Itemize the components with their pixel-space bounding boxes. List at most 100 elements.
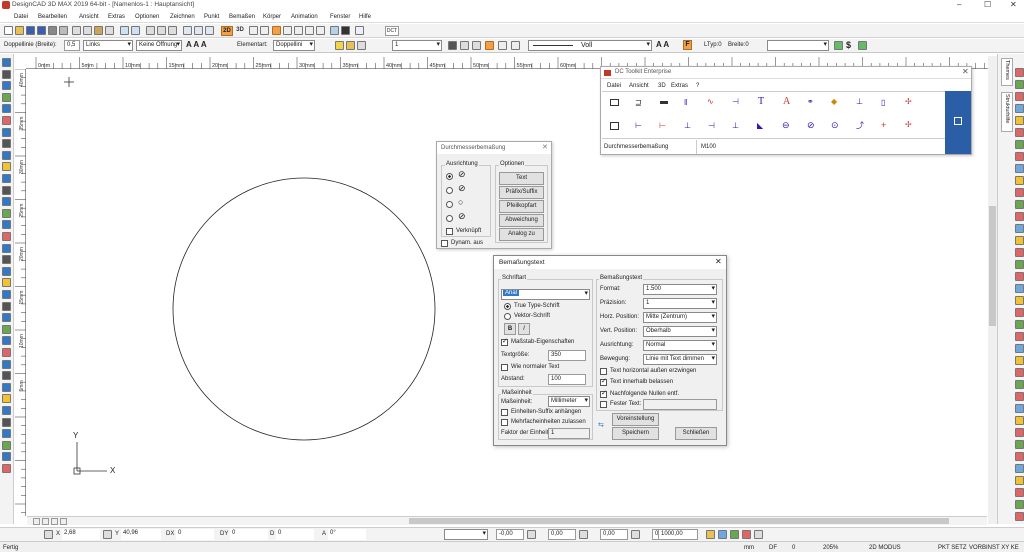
- dia-analog-button[interactable]: Analog zu: [499, 228, 544, 241]
- dct-menu-3d[interactable]: 3D: [658, 83, 666, 89]
- right-tool-29-icon[interactable]: [1015, 404, 1024, 413]
- dct-menu-datei[interactable]: Datei: [607, 83, 621, 89]
- dct-row1-icon-7-icon[interactable]: T: [758, 96, 764, 107]
- dct-row2-icon-10-icon[interactable]: ⊙: [831, 120, 839, 131]
- right-tool-38-icon[interactable]: [1015, 512, 1024, 521]
- dct-row1-icon-1-icon[interactable]: [610, 99, 619, 106]
- bt-bold-button[interactable]: B: [504, 323, 516, 335]
- vertical-scrollbar[interactable]: [988, 56, 997, 524]
- dia-prefix-suffix-button[interactable]: Präfix/Suffix: [499, 186, 544, 199]
- bt-scale-props-checkbox[interactable]: ✓: [501, 338, 508, 346]
- right-tool-3-icon[interactable]: [1015, 92, 1024, 101]
- dollar-icon[interactable]: $: [846, 40, 851, 50]
- coord-mode-select[interactable]: [444, 529, 488, 540]
- bt-text-size-input[interactable]: 350: [548, 350, 586, 361]
- help-icon[interactable]: [355, 26, 364, 35]
- bt-movement-select[interactable]: Linie mit Text dimmen: [643, 354, 717, 365]
- menu-datei[interactable]: Datei: [14, 14, 28, 20]
- dia-align-radio-3[interactable]: [446, 201, 453, 208]
- dct-side-button[interactable]: [945, 91, 971, 154]
- coord-tool-4-icon[interactable]: [742, 530, 751, 539]
- right-tool-12-icon[interactable]: [1015, 200, 1024, 209]
- layer-select[interactable]: 1: [392, 40, 442, 51]
- bt-units-suffix-checkbox[interactable]: [501, 409, 508, 416]
- left-tool-35-icon[interactable]: [2, 452, 11, 462]
- right-tool-7-icon[interactable]: [1015, 140, 1024, 149]
- save-all-icon[interactable]: [37, 26, 46, 35]
- left-tool-1-icon[interactable]: [2, 58, 11, 67]
- lightbulb-icon[interactable]: [335, 41, 344, 50]
- menu-fenster[interactable]: Fenster: [330, 14, 350, 20]
- linestyle-select[interactable]: Voll: [528, 40, 652, 51]
- delete-icon[interactable]: [105, 26, 114, 35]
- dct-row1-icon-4-icon[interactable]: ‖: [684, 98, 687, 107]
- view-top-icon[interactable]: [183, 26, 192, 35]
- mode-3d-button[interactable]: 3D: [234, 26, 246, 36]
- dct-row1-icon-8-icon[interactable]: A: [783, 96, 790, 107]
- toggle-icon[interactable]: [858, 41, 867, 50]
- coord-lock-icon[interactable]: [44, 530, 53, 539]
- left-tool-9-icon[interactable]: [2, 150, 11, 160]
- right-tool-9-icon[interactable]: [1015, 164, 1024, 173]
- dia-verknupft-checkbox[interactable]: [446, 228, 453, 235]
- element-type-select[interactable]: Doppellini: [273, 40, 315, 51]
- horizontal-scrollbar-thumb[interactable]: [409, 518, 949, 524]
- left-tool-11-icon[interactable]: [2, 174, 11, 183]
- dct-row2-icon-5-icon[interactable]: ⊣: [708, 121, 715, 130]
- font-size-a-icon[interactable]: A A: [656, 40, 669, 49]
- dct-row1-icon-12-icon[interactable]: ▯: [881, 98, 885, 107]
- left-tool-31-icon[interactable]: [2, 406, 11, 415]
- right-tool-13-icon[interactable]: [1015, 212, 1024, 221]
- vertical-scrollbar-thumb[interactable]: [989, 206, 996, 326]
- cut-icon[interactable]: [72, 26, 81, 35]
- bt-truetype-radio[interactable]: [504, 303, 511, 310]
- dia-deviation-button[interactable]: Abweichung: [499, 214, 544, 227]
- left-tool-2-icon[interactable]: [2, 69, 11, 79]
- left-tool-8-icon[interactable]: [2, 139, 11, 149]
- alignment-select[interactable]: Links: [83, 40, 133, 51]
- zoom-icon[interactable]: [146, 26, 155, 35]
- bt-format-select[interactable]: 1.500: [643, 284, 717, 295]
- coord-dy-input[interactable]: 0: [230, 529, 268, 540]
- left-tool-17-icon[interactable]: [2, 243, 11, 253]
- pen-color-icon[interactable]: [448, 41, 457, 50]
- bt-like-normal-checkbox[interactable]: [501, 364, 508, 371]
- coord-v5-input[interactable]: 1000,00: [658, 529, 698, 540]
- layer-icon[interactable]: [294, 26, 303, 35]
- right-tool-2-icon[interactable]: [1015, 80, 1024, 89]
- bt-distance-input[interactable]: 100: [548, 374, 586, 385]
- sync-icon[interactable]: [834, 41, 843, 50]
- bt-title-bar[interactable]: Bemaßungstext ✕: [494, 256, 726, 269]
- bt-vert-position-select[interactable]: Oberhalb: [643, 326, 717, 337]
- menu-bemassen[interactable]: Bemaßen: [229, 14, 255, 20]
- menu-hilfe[interactable]: Hilfe: [359, 14, 371, 20]
- dct-row2-icon-2-icon[interactable]: ⊢: [635, 121, 642, 130]
- left-tool-5-icon[interactable]: [2, 104, 11, 114]
- structure-help-tab[interactable]: Strukturhilfe: [1001, 92, 1013, 132]
- opening-select[interactable]: Keine Öffnung: [136, 40, 182, 51]
- bt-horz-position-select[interactable]: Mitte (Zentrum): [643, 312, 717, 323]
- bt-zeros-checkbox[interactable]: ✓: [600, 390, 607, 398]
- themes-tab[interactable]: Themes: [1001, 58, 1013, 86]
- right-tool-34-icon[interactable]: [1015, 464, 1024, 473]
- dia-align-radio-4[interactable]: [446, 215, 453, 222]
- info-icon[interactable]: [341, 26, 350, 35]
- ortho-icon[interactable]: [272, 26, 281, 35]
- right-tool-14-icon[interactable]: [1015, 224, 1024, 233]
- left-tool-6-icon[interactable]: [2, 116, 11, 125]
- zoom-window-icon[interactable]: [157, 26, 166, 35]
- left-tool-13-icon[interactable]: [2, 197, 11, 207]
- coord-y-input[interactable]: 40,96: [121, 529, 161, 540]
- left-tool-25-icon[interactable]: [2, 336, 11, 346]
- left-tool-29-icon[interactable]: [2, 382, 11, 392]
- save-icon[interactable]: [26, 26, 35, 35]
- mode-2d-button[interactable]: 2D: [221, 26, 233, 36]
- coord-d-input[interactable]: 0: [276, 529, 314, 540]
- undo-icon[interactable]: [120, 26, 129, 35]
- coord-v2-icon[interactable]: [527, 530, 536, 539]
- view-front-icon[interactable]: [194, 26, 203, 35]
- last-page-button[interactable]: [60, 518, 67, 525]
- left-tool-34-icon[interactable]: [2, 440, 11, 450]
- right-tool-27-icon[interactable]: [1015, 380, 1024, 389]
- right-tool-22-icon[interactable]: [1015, 320, 1024, 329]
